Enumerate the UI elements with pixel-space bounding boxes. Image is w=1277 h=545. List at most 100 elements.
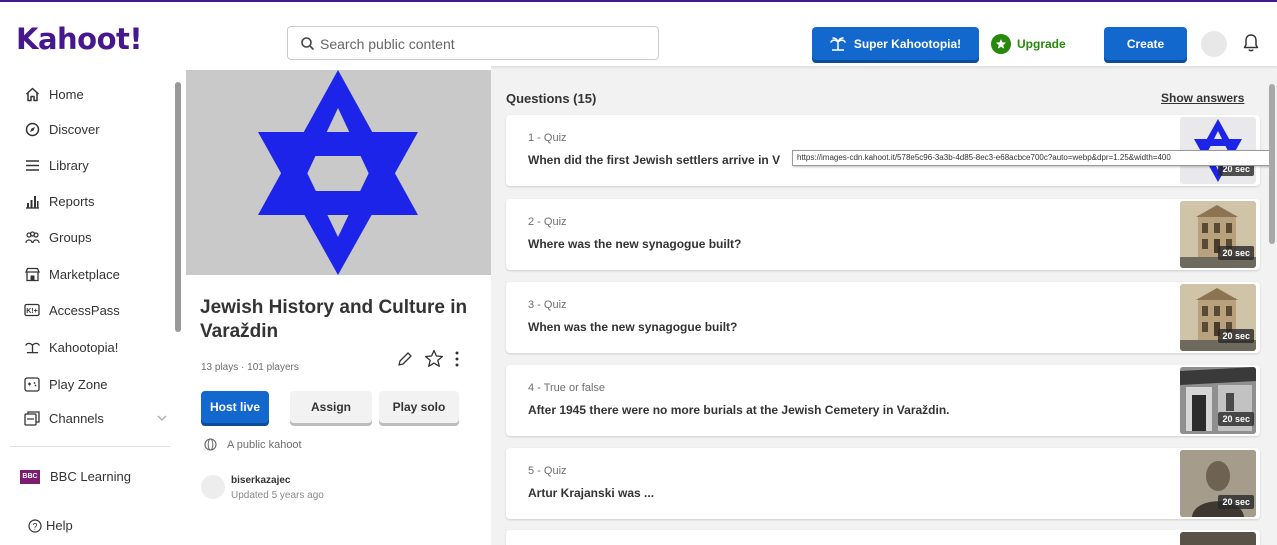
sidebar-scrollbar[interactable] [175,82,181,332]
question-text: When did the first Jewish settlers arriv… [528,153,781,167]
question-type: 5 - Quiz [528,465,567,477]
bbc-logo: BBC [20,469,40,484]
super-kahootopia-label: Super Kahootopia! [853,36,962,51]
question-text: When was the new synagogue built? [528,320,738,334]
sidebar-item-label: Channels [49,410,104,426]
more-options-icon[interactable] [454,350,460,368]
sidebar-item-label: Reports [49,193,95,209]
assign-button[interactable]: Assign [290,391,372,423]
accesspass-icon: K!+ [24,302,40,318]
list-icon [24,157,40,173]
sidebar-item-home[interactable]: Home [24,81,84,107]
question-thumbnail: 20 sec [1180,367,1256,434]
group-icon [24,229,40,245]
sidebar-item-accesspass[interactable]: K!+ AccessPass [24,297,120,323]
home-icon [24,86,40,102]
question-card[interactable] [506,530,1260,545]
sidebar-item-label: Marketplace [49,266,120,282]
sidebar-item-kahootopia[interactable]: Kahootopia! [24,334,118,360]
show-answers-button[interactable]: Show answers [1161,91,1244,105]
sidebar-item-library[interactable]: Library [24,152,89,178]
sidebar-item-label: Library [49,157,89,173]
edit-icon[interactable] [396,350,414,368]
search-box[interactable] [287,26,659,60]
super-kahootopia-button[interactable]: Super Kahootopia! [812,27,979,60]
svg-text:K!+: K!+ [26,308,37,315]
kahoot-logo[interactable]: Kahoot! [16,22,143,56]
kahoot-details-panel: Jewish History and Culture in Varaždin 1… [186,66,491,545]
compass-icon [24,121,40,137]
questions-heading: Questions (15) [506,91,597,106]
channel-label: BBC Learning [50,469,131,484]
question-type: 1 - Quiz [528,132,567,144]
create-button[interactable]: Create [1104,27,1187,60]
top-bar: Kahoot! Super Kahootopia! Upgrade Create [0,0,1277,66]
store-icon [24,266,40,282]
upgrade-button[interactable]: Upgrade [991,27,1081,60]
host-live-button[interactable]: Host live [201,391,269,423]
search-icon [301,37,314,50]
sidebar-item-label: Play Zone [49,376,108,392]
time-badge: 20 sec [1218,495,1254,509]
island-icon [24,339,40,355]
game-icon [24,376,40,392]
updated-time: Updated 5 years ago [231,490,324,501]
kahoot-title: Jewish History and Culture in Varaždin [200,297,468,342]
star-icon [991,33,1011,54]
bar-chart-icon [24,193,40,209]
sidebar-item-channels[interactable]: Channels [24,405,167,431]
upgrade-label: Upgrade [1017,36,1066,51]
question-text: After 1945 there were no more burials at… [528,403,950,417]
sidebar: Home Discover Library Reports Groups Mar… [0,66,186,545]
sidebar-item-discover[interactable]: Discover [24,116,100,142]
sidebar-item-label: Kahootopia! [49,339,119,355]
search-input[interactable] [320,33,640,55]
creator-avatar[interactable] [201,475,225,499]
question-card[interactable]: 2 - Quiz Where was the new synagogue bui… [506,199,1260,270]
play-solo-button[interactable]: Play solo [379,391,459,423]
image-url-tooltip: https://images-cdn.kahoot.it/578e5c96-3a… [792,150,1272,166]
globe-icon [204,438,217,451]
question-type: 3 - Quiz [528,299,567,311]
sidebar-item-label: Home [49,86,84,102]
sidebar-item-groups[interactable]: Groups [24,224,92,250]
question-card[interactable]: 3 - Quiz When was the new synagogue buil… [506,282,1260,353]
cover-image [186,70,491,275]
visibility-info: A public kahoot [204,438,302,451]
question-text: Artur Krajanski was ... [528,486,655,500]
sidebar-item-play-zone[interactable]: Play Zone [24,371,108,397]
help-label: Help [46,518,73,533]
question-type: 2 - Quiz [528,216,567,228]
bell-icon[interactable] [1242,33,1260,53]
help-icon: ? [28,518,42,533]
user-avatar[interactable] [1201,31,1227,57]
sidebar-item-reports[interactable]: Reports [24,188,95,214]
question-thumbnail [1180,532,1256,545]
sidebar-item-marketplace[interactable]: Marketplace [24,261,120,287]
kahoot-stats: 13 plays · 101 players [201,362,299,373]
main-scrollbar[interactable] [1269,84,1275,244]
time-badge: 20 sec [1218,412,1254,426]
sidebar-divider [10,446,170,447]
visibility-label: A public kahoot [227,438,302,451]
channels-icon [24,410,40,426]
time-badge: 20 sec [1218,246,1254,260]
favorite-star-icon[interactable] [424,349,444,368]
question-card[interactable]: 4 - True or false After 1945 there were … [506,365,1260,436]
chevron-down-icon[interactable] [157,414,167,422]
question-thumbnail: 20 sec [1180,201,1256,268]
help-link[interactable]: ? Help [28,518,73,533]
star-of-david-image [258,70,418,275]
question-type: 4 - True or false [528,382,606,394]
time-badge: 20 sec [1218,329,1254,343]
question-text: Where was the new synagogue built? [528,237,742,251]
question-thumbnail: 20 sec [1180,284,1256,351]
sidebar-item-label: Discover [49,121,100,137]
creator-name[interactable]: biserkazajec [231,475,291,486]
sidebar-item-label: AccessPass [49,302,120,318]
sidebar-item-label: Groups [49,229,92,245]
channel-bbc-learning[interactable]: BBC BBC Learning [20,469,131,484]
question-thumbnail: 20 sec [1180,450,1256,517]
question-card[interactable]: 5 - Quiz Artur Krajanski was ... 20 sec [506,448,1260,519]
kahoot-actions [396,349,460,368]
